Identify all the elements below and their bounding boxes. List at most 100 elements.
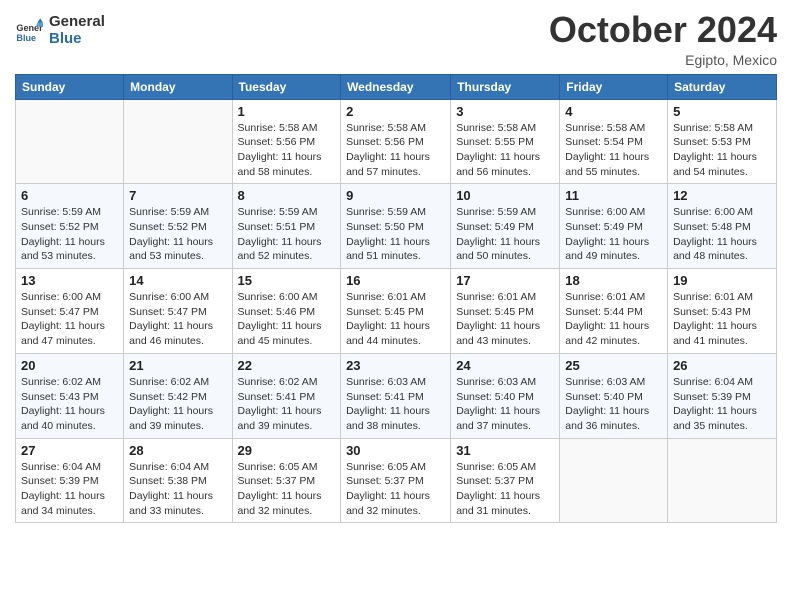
cell-detail: Sunrise: 5:59 AM Sunset: 5:52 PM Dayligh… [129, 205, 226, 264]
day-number: 31 [456, 443, 554, 458]
day-number: 20 [21, 358, 118, 373]
calendar-cell: 30 Sunrise: 6:05 AM Sunset: 5:37 PM Dayli… [341, 438, 451, 523]
calendar-cell [560, 438, 668, 523]
cell-detail: Sunrise: 6:01 AM Sunset: 5:45 PM Dayligh… [346, 290, 445, 349]
weekday-header: Thursday [451, 74, 560, 99]
cell-detail: Sunrise: 5:59 AM Sunset: 5:49 PM Dayligh… [456, 205, 554, 264]
calendar-table: SundayMondayTuesdayWednesdayThursdayFrid… [15, 74, 777, 524]
calendar-cell: 28 Sunrise: 6:04 AM Sunset: 5:38 PM Dayli… [124, 438, 232, 523]
day-number: 21 [129, 358, 226, 373]
cell-detail: Sunrise: 5:58 AM Sunset: 5:54 PM Dayligh… [565, 121, 662, 180]
calendar-cell: 9 Sunrise: 5:59 AM Sunset: 5:50 PM Daylig… [341, 184, 451, 269]
day-number: 8 [238, 188, 336, 203]
calendar-cell: 5Sunrise: 5:58 AM Sunset: 5:53 PM Daylig… [668, 99, 777, 184]
weekday-header: Friday [560, 74, 668, 99]
day-number: 15 [238, 273, 336, 288]
cell-detail: Sunrise: 6:00 AM Sunset: 5:48 PM Dayligh… [673, 205, 771, 264]
calendar-cell: 22Sunrise: 6:02 AM Sunset: 5:41 PM Dayli… [232, 353, 341, 438]
day-number: 10 [456, 188, 554, 203]
calendar-cell: 7 Sunrise: 5:59 AM Sunset: 5:52 PM Daylig… [124, 184, 232, 269]
cell-detail: Sunrise: 6:03 AM Sunset: 5:41 PM Dayligh… [346, 375, 445, 434]
svg-text:Blue: Blue [16, 32, 36, 42]
calendar-cell: 4 Sunrise: 5:58 AM Sunset: 5:54 PM Daylig… [560, 99, 668, 184]
calendar-cell: 26Sunrise: 6:04 AM Sunset: 5:39 PM Dayli… [668, 353, 777, 438]
cell-detail: Sunrise: 6:05 AM Sunset: 5:37 PM Dayligh… [346, 460, 445, 519]
weekday-header: Saturday [668, 74, 777, 99]
cell-detail: Sunrise: 6:02 AM Sunset: 5:42 PM Dayligh… [129, 375, 226, 434]
calendar-cell: 29Sunrise: 6:05 AM Sunset: 5:37 PM Dayli… [232, 438, 341, 523]
day-number: 6 [21, 188, 118, 203]
calendar-cell: 8Sunrise: 5:59 AM Sunset: 5:51 PM Daylig… [232, 184, 341, 269]
header: General Blue General Blue October 2024 E… [15, 10, 777, 68]
title-block: October 2024 Egipto, Mexico [549, 10, 777, 68]
cell-detail: Sunrise: 6:03 AM Sunset: 5:40 PM Dayligh… [565, 375, 662, 434]
calendar-cell: 23 Sunrise: 6:03 AM Sunset: 5:41 PM Dayli… [341, 353, 451, 438]
calendar-cell: 1 Sunrise: 5:58 AM Sunset: 5:56 PM Daylig… [232, 99, 341, 184]
weekday-header: Monday [124, 74, 232, 99]
cell-detail: Sunrise: 5:58 AM Sunset: 5:56 PM Dayligh… [238, 121, 336, 180]
calendar-cell: 13 Sunrise: 6:00 AM Sunset: 5:47 PM Dayli… [16, 269, 124, 354]
cell-detail: Sunrise: 5:59 AM Sunset: 5:50 PM Dayligh… [346, 205, 445, 264]
day-number: 24 [456, 358, 554, 373]
cell-detail: Sunrise: 6:02 AM Sunset: 5:41 PM Dayligh… [238, 375, 336, 434]
day-number: 14 [129, 273, 226, 288]
calendar-cell: 11 Sunrise: 6:00 AM Sunset: 5:49 PM Dayli… [560, 184, 668, 269]
day-number: 9 [346, 188, 445, 203]
weekday-header: Wednesday [341, 74, 451, 99]
logo-general: General [49, 14, 105, 31]
day-number: 17 [456, 273, 554, 288]
calendar-cell: 6 Sunrise: 5:59 AM Sunset: 5:52 PM Daylig… [16, 184, 124, 269]
cell-detail: Sunrise: 5:58 AM Sunset: 5:53 PM Dayligh… [673, 121, 771, 180]
calendar-cell: 3Sunrise: 5:58 AM Sunset: 5:55 PM Daylig… [451, 99, 560, 184]
calendar-header-row: SundayMondayTuesdayWednesdayThursdayFrid… [16, 74, 777, 99]
calendar-cell: 2 Sunrise: 5:58 AM Sunset: 5:56 PM Daylig… [341, 99, 451, 184]
calendar-cell: 24 Sunrise: 6:03 AM Sunset: 5:40 PM Dayli… [451, 353, 560, 438]
calendar-cell: 17 Sunrise: 6:01 AM Sunset: 5:45 PM Dayli… [451, 269, 560, 354]
cell-detail: Sunrise: 5:58 AM Sunset: 5:56 PM Dayligh… [346, 121, 445, 180]
cell-detail: Sunrise: 6:01 AM Sunset: 5:45 PM Dayligh… [456, 290, 554, 349]
cell-detail: Sunrise: 6:04 AM Sunset: 5:39 PM Dayligh… [21, 460, 118, 519]
month-title: October 2024 [549, 10, 777, 50]
weekday-header: Sunday [16, 74, 124, 99]
logo: General Blue General Blue [15, 14, 105, 47]
day-number: 7 [129, 188, 226, 203]
day-number: 12 [673, 188, 771, 203]
day-number: 13 [21, 273, 118, 288]
calendar-cell: 12 Sunrise: 6:00 AM Sunset: 5:48 PM Dayli… [668, 184, 777, 269]
day-number: 19 [673, 273, 771, 288]
calendar-cell: 21 Sunrise: 6:02 AM Sunset: 5:42 PM Dayli… [124, 353, 232, 438]
cell-detail: Sunrise: 6:04 AM Sunset: 5:39 PM Dayligh… [673, 375, 771, 434]
calendar-cell: 31 Sunrise: 6:05 AM Sunset: 5:37 PM Dayli… [451, 438, 560, 523]
calendar-week-row: 20 Sunrise: 6:02 AM Sunset: 5:43 PM Dayli… [16, 353, 777, 438]
cell-detail: Sunrise: 6:01 AM Sunset: 5:43 PM Dayligh… [673, 290, 771, 349]
day-number: 30 [346, 443, 445, 458]
calendar-cell: 27 Sunrise: 6:04 AM Sunset: 5:39 PM Dayli… [16, 438, 124, 523]
day-number: 4 [565, 104, 662, 119]
calendar-cell: 18Sunrise: 6:01 AM Sunset: 5:44 PM Dayli… [560, 269, 668, 354]
cell-detail: Sunrise: 6:00 AM Sunset: 5:47 PM Dayligh… [129, 290, 226, 349]
calendar-week-row: 27 Sunrise: 6:04 AM Sunset: 5:39 PM Dayli… [16, 438, 777, 523]
cell-detail: Sunrise: 5:59 AM Sunset: 5:52 PM Dayligh… [21, 205, 118, 264]
cell-detail: Sunrise: 6:05 AM Sunset: 5:37 PM Dayligh… [456, 460, 554, 519]
cell-detail: Sunrise: 6:00 AM Sunset: 5:49 PM Dayligh… [565, 205, 662, 264]
cell-detail: Sunrise: 5:58 AM Sunset: 5:55 PM Dayligh… [456, 121, 554, 180]
cell-detail: Sunrise: 6:05 AM Sunset: 5:37 PM Dayligh… [238, 460, 336, 519]
day-number: 25 [565, 358, 662, 373]
logo-icon: General Blue [15, 17, 43, 45]
logo-blue: Blue [49, 31, 105, 48]
day-number: 27 [21, 443, 118, 458]
calendar-cell: 14 Sunrise: 6:00 AM Sunset: 5:47 PM Dayli… [124, 269, 232, 354]
calendar-body: 1 Sunrise: 5:58 AM Sunset: 5:56 PM Daylig… [16, 99, 777, 523]
day-number: 23 [346, 358, 445, 373]
day-number: 1 [238, 104, 336, 119]
day-number: 28 [129, 443, 226, 458]
cell-detail: Sunrise: 6:03 AM Sunset: 5:40 PM Dayligh… [456, 375, 554, 434]
day-number: 11 [565, 188, 662, 203]
calendar-cell [124, 99, 232, 184]
day-number: 2 [346, 104, 445, 119]
calendar-cell [668, 438, 777, 523]
cell-detail: Sunrise: 6:04 AM Sunset: 5:38 PM Dayligh… [129, 460, 226, 519]
cell-detail: Sunrise: 6:00 AM Sunset: 5:47 PM Dayligh… [21, 290, 118, 349]
calendar-cell: 15Sunrise: 6:00 AM Sunset: 5:46 PM Dayli… [232, 269, 341, 354]
cell-detail: Sunrise: 6:02 AM Sunset: 5:43 PM Dayligh… [21, 375, 118, 434]
